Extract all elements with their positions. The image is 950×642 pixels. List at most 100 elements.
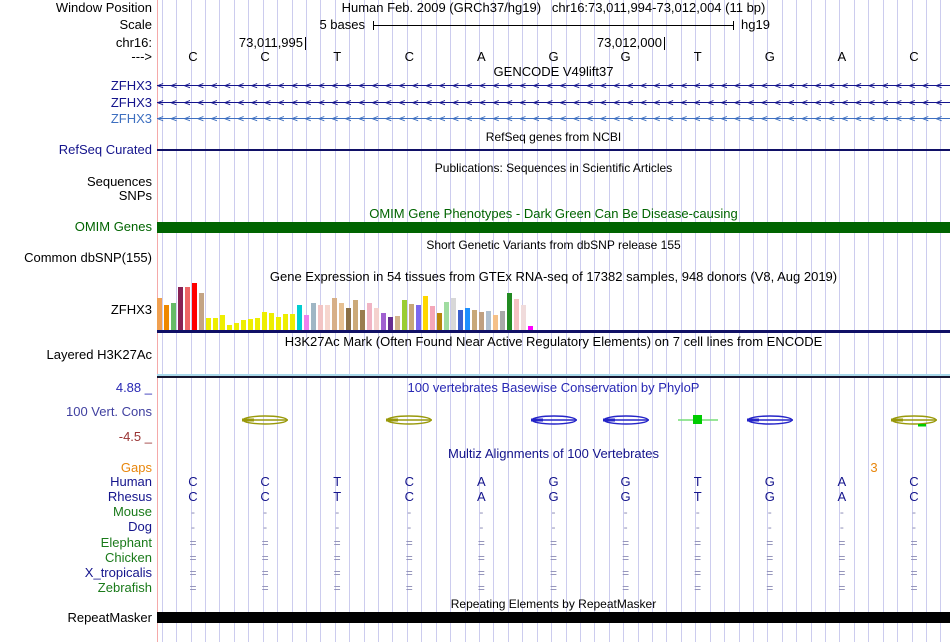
gtex-tissue-bar[interactable] bbox=[255, 318, 260, 330]
gtex-tissue-bar[interactable] bbox=[185, 287, 190, 330]
gtex-tissue-bar[interactable] bbox=[444, 302, 449, 330]
species-label-chicken[interactable]: Chicken bbox=[0, 551, 152, 565]
gtex-tissue-bar[interactable] bbox=[514, 299, 519, 330]
gene-label-zfhx3-2[interactable]: ZFHX3 bbox=[0, 96, 152, 110]
gtex-tissue-bar[interactable] bbox=[388, 317, 393, 330]
species-label-rhesus[interactable]: Rhesus bbox=[0, 490, 152, 504]
gene-model-intron-arrows[interactable]: <<<<<<<<<<<<<<<<<<<<<<<<<<<<<<<<<<<<<<<<… bbox=[157, 80, 950, 92]
gtex-tissue-bar[interactable] bbox=[360, 310, 365, 330]
gtex-tissue-bar[interactable] bbox=[367, 303, 372, 330]
alignment-cell: - bbox=[407, 520, 412, 534]
gtex-tissue-bar[interactable] bbox=[430, 306, 435, 330]
gencode-track-title: GENCODE V49lift37 bbox=[493, 64, 614, 79]
phylop-lens-glyph[interactable] bbox=[888, 413, 940, 427]
species-label-x_tropicalis[interactable]: X_tropicalis bbox=[0, 566, 152, 580]
gtex-tissue-bar[interactable] bbox=[171, 303, 176, 330]
phylop-lens-glyph[interactable] bbox=[600, 413, 652, 427]
layered-h3k27ac-label[interactable]: Layered H3K27Ac bbox=[0, 348, 152, 362]
base-letter: G bbox=[620, 49, 631, 64]
alignment-cell: T bbox=[693, 474, 702, 489]
gene-model-intron-arrows[interactable]: <<<<<<<<<<<<<<<<<<<<<<<<<<<<<<<<<<<<<<<<… bbox=[157, 97, 950, 109]
coord-right-tick bbox=[664, 37, 665, 50]
alignment-cell: C bbox=[260, 489, 270, 504]
gtex-tissue-bar[interactable] bbox=[157, 298, 162, 330]
gtex-tissue-bar[interactable] bbox=[381, 313, 386, 330]
gtex-tissue-bar[interactable] bbox=[437, 313, 442, 330]
gtex-tissue-bar[interactable] bbox=[311, 303, 316, 330]
gtex-gene-label[interactable]: ZFHX3 bbox=[0, 303, 152, 317]
gene-label-zfhx3-3[interactable]: ZFHX3 bbox=[0, 112, 152, 126]
publications-snps-label[interactable]: SNPs bbox=[0, 189, 152, 203]
gtex-tissue-bar[interactable] bbox=[479, 312, 484, 330]
gtex-tissue-bar[interactable] bbox=[262, 312, 267, 330]
alignment-cell: = bbox=[261, 536, 269, 550]
gtex-tissue-bar[interactable] bbox=[241, 320, 246, 330]
species-label-zebrafish[interactable]: Zebrafish bbox=[0, 581, 152, 595]
multiz-gaps-label[interactable]: Gaps bbox=[0, 461, 152, 475]
gtex-tissue-bar[interactable] bbox=[374, 308, 379, 330]
gtex-tissue-bar[interactable] bbox=[353, 300, 358, 330]
gtex-tissue-bar[interactable] bbox=[346, 308, 351, 330]
refseq-curated-label[interactable]: RefSeq Curated bbox=[0, 143, 152, 157]
gtex-tissue-bar[interactable] bbox=[500, 311, 505, 330]
publications-sequences-label[interactable]: Sequences bbox=[0, 175, 152, 189]
species-label-mouse[interactable]: Mouse bbox=[0, 505, 152, 519]
alignment-cell: - bbox=[407, 505, 412, 519]
omim-genes-label[interactable]: OMIM Genes bbox=[0, 220, 152, 234]
gtex-tissue-bar[interactable] bbox=[192, 283, 197, 330]
species-label-elephant[interactable]: Elephant bbox=[0, 536, 152, 550]
gtex-tissue-bar[interactable] bbox=[402, 300, 407, 330]
gtex-tissue-bar[interactable] bbox=[178, 287, 183, 330]
gtex-tissue-bar[interactable] bbox=[269, 313, 274, 330]
alignment-cell: G bbox=[764, 474, 775, 489]
common-dbsnp-label[interactable]: Common dbSNP(155) bbox=[0, 251, 152, 265]
gtex-tissue-bar[interactable] bbox=[325, 305, 330, 330]
gtex-tissue-bar[interactable] bbox=[521, 305, 526, 330]
gtex-tissue-bar[interactable] bbox=[248, 319, 253, 330]
gtex-tissue-bar[interactable] bbox=[164, 305, 169, 330]
base-letter: C bbox=[404, 49, 414, 64]
phylop-cons-label[interactable]: 100 Vert. Cons bbox=[0, 405, 152, 419]
gtex-tissue-bar[interactable] bbox=[318, 305, 323, 330]
phylop-lens-glyph[interactable] bbox=[239, 413, 291, 427]
gtex-tissue-bar[interactable] bbox=[234, 323, 239, 330]
gtex-tissue-bar[interactable] bbox=[409, 304, 414, 330]
species-label-human[interactable]: Human bbox=[0, 475, 152, 489]
gtex-tissue-bar[interactable] bbox=[290, 314, 295, 330]
phylop-positive-glyph[interactable] bbox=[672, 413, 724, 427]
gtex-tissue-bar[interactable] bbox=[507, 293, 512, 330]
gtex-tissue-bar[interactable] bbox=[206, 318, 211, 330]
gtex-tissue-bar[interactable] bbox=[276, 317, 281, 330]
gene-model-intron-arrows[interactable]: <<<<<<<<<<<<<<<<<<<<<<<<<<<<<<<<<<<<<<<<… bbox=[157, 113, 950, 125]
gtex-tissue-bar[interactable] bbox=[395, 316, 400, 330]
gtex-tissue-bar[interactable] bbox=[304, 315, 309, 330]
phylop-lens-glyph[interactable] bbox=[383, 413, 435, 427]
gtex-tissue-bar[interactable] bbox=[458, 310, 463, 330]
gtex-tissue-bar[interactable] bbox=[472, 310, 477, 330]
gene-label-zfhx3-1[interactable]: ZFHX3 bbox=[0, 79, 152, 93]
repeatmasker-element-bar[interactable] bbox=[157, 612, 950, 623]
gtex-tissue-bar[interactable] bbox=[213, 318, 218, 330]
phylop-lens-glyph[interactable] bbox=[528, 413, 580, 427]
gtex-tissue-bar[interactable] bbox=[423, 296, 428, 330]
phylop-lens-glyph[interactable] bbox=[744, 413, 796, 427]
gtex-tissue-bar[interactable] bbox=[416, 305, 421, 330]
gtex-tissue-bar[interactable] bbox=[283, 314, 288, 330]
gtex-tissue-bar[interactable] bbox=[332, 298, 337, 330]
gtex-tissue-bar[interactable] bbox=[339, 303, 344, 330]
repeatmasker-label[interactable]: RepeatMasker bbox=[0, 611, 152, 625]
gtex-tissue-bar[interactable] bbox=[199, 293, 204, 330]
species-label-dog[interactable]: Dog bbox=[0, 520, 152, 534]
alignment-cell: = bbox=[694, 566, 702, 580]
omim-gene-bar[interactable] bbox=[157, 222, 950, 233]
gtex-tissue-bar[interactable] bbox=[493, 315, 498, 330]
refseq-curated-gene-line[interactable] bbox=[157, 149, 950, 151]
base-letter: A bbox=[837, 49, 847, 64]
gtex-tissue-bar[interactable] bbox=[486, 311, 491, 330]
gtex-tissue-bar[interactable] bbox=[451, 298, 456, 330]
gtex-tissue-bar[interactable] bbox=[220, 315, 225, 330]
gtex-tissue-bar[interactable] bbox=[465, 308, 470, 330]
base-letter: A bbox=[477, 49, 486, 64]
h3k27ac-track-title: H3K27Ac Mark (Often Found Near Active Re… bbox=[284, 334, 823, 349]
gtex-tissue-bar[interactable] bbox=[297, 305, 302, 330]
